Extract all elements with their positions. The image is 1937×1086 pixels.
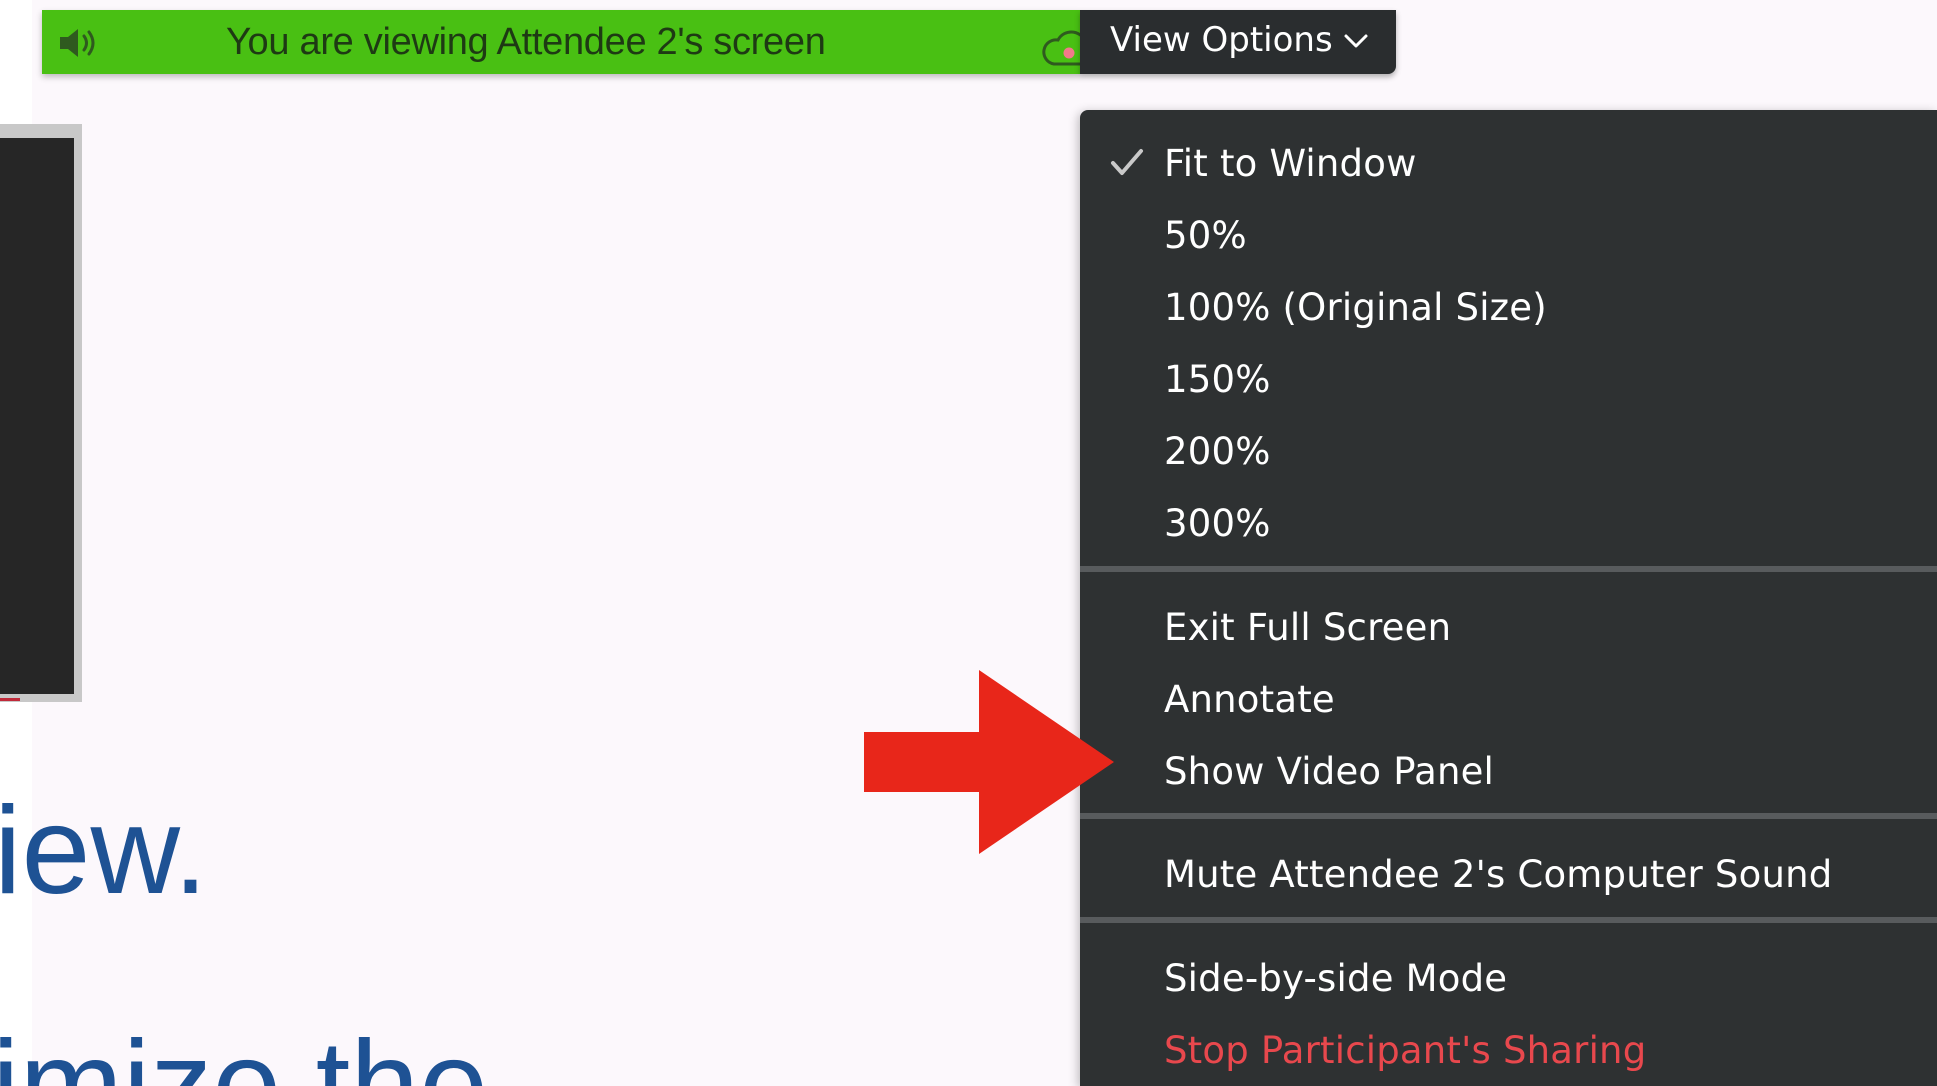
menu-item-exit-full-screen[interactable]: Exit Full Screen (1080, 596, 1937, 660)
menu-item-label: Mute Attendee 2's Computer Sound (1164, 853, 1833, 896)
view-options-button[interactable]: View Options (1080, 10, 1396, 74)
shared-window-accent (0, 698, 20, 701)
menu-item-zoom-150[interactable]: 150% (1080, 348, 1937, 412)
view-options-label: View Options (1110, 20, 1333, 60)
menu-item-show-video-panel[interactable]: Show Video Panel (1080, 740, 1937, 804)
checkmark-icon (1111, 149, 1143, 175)
menu-divider (1080, 917, 1937, 923)
slide-text-line-1: iew. (0, 782, 208, 920)
arrow-right-icon (864, 670, 1114, 854)
menu-divider (1080, 813, 1937, 819)
menu-item-zoom-100[interactable]: 100% (Original Size) (1080, 276, 1937, 340)
menu-item-annotate[interactable]: Annotate (1080, 668, 1937, 732)
menu-item-label: Stop Participant's Sharing (1164, 1029, 1647, 1072)
menu-item-label: 200% (1164, 430, 1271, 473)
chevron-down-icon (1344, 34, 1368, 48)
menu-item-label: 50% (1164, 214, 1247, 257)
menu-item-label: Annotate (1164, 678, 1335, 721)
menu-item-label: Show Video Panel (1164, 750, 1495, 793)
menu-item-zoom-50[interactable]: 50% (1080, 204, 1937, 268)
menu-item-mute-computer-sound[interactable]: Mute Attendee 2's Computer Sound (1080, 843, 1937, 907)
menu-item-label: 150% (1164, 358, 1271, 401)
viewing-banner: You are viewing Attendee 2's screen (42, 10, 1098, 74)
menu-item-stop-participant-sharing[interactable]: Stop Participant's Sharing (1080, 1019, 1937, 1083)
menu-item-side-by-side-mode[interactable]: Side-by-side Mode (1080, 947, 1937, 1011)
menu-item-fit-to-window[interactable]: Fit to Window (1080, 132, 1937, 196)
menu-divider (1080, 566, 1937, 572)
shared-window-fragment (0, 124, 82, 702)
view-options-menu: Fit to Window 50% 100% (Original Size) 1… (1080, 110, 1937, 1086)
viewing-banner-text: You are viewing Attendee 2's screen (226, 21, 826, 63)
menu-item-zoom-200[interactable]: 200% (1080, 420, 1937, 484)
shared-window-body (0, 138, 74, 694)
menu-item-label: 300% (1164, 502, 1271, 545)
menu-item-label: Side-by-side Mode (1164, 957, 1508, 1000)
speaker-icon[interactable] (58, 26, 104, 60)
slide-text-line-2: imize the (0, 1016, 489, 1086)
menu-item-label: Exit Full Screen (1164, 606, 1452, 649)
menu-item-zoom-300[interactable]: 300% (1080, 492, 1937, 556)
menu-item-label: Fit to Window (1164, 142, 1417, 185)
menu-item-label: 100% (Original Size) (1164, 286, 1547, 329)
